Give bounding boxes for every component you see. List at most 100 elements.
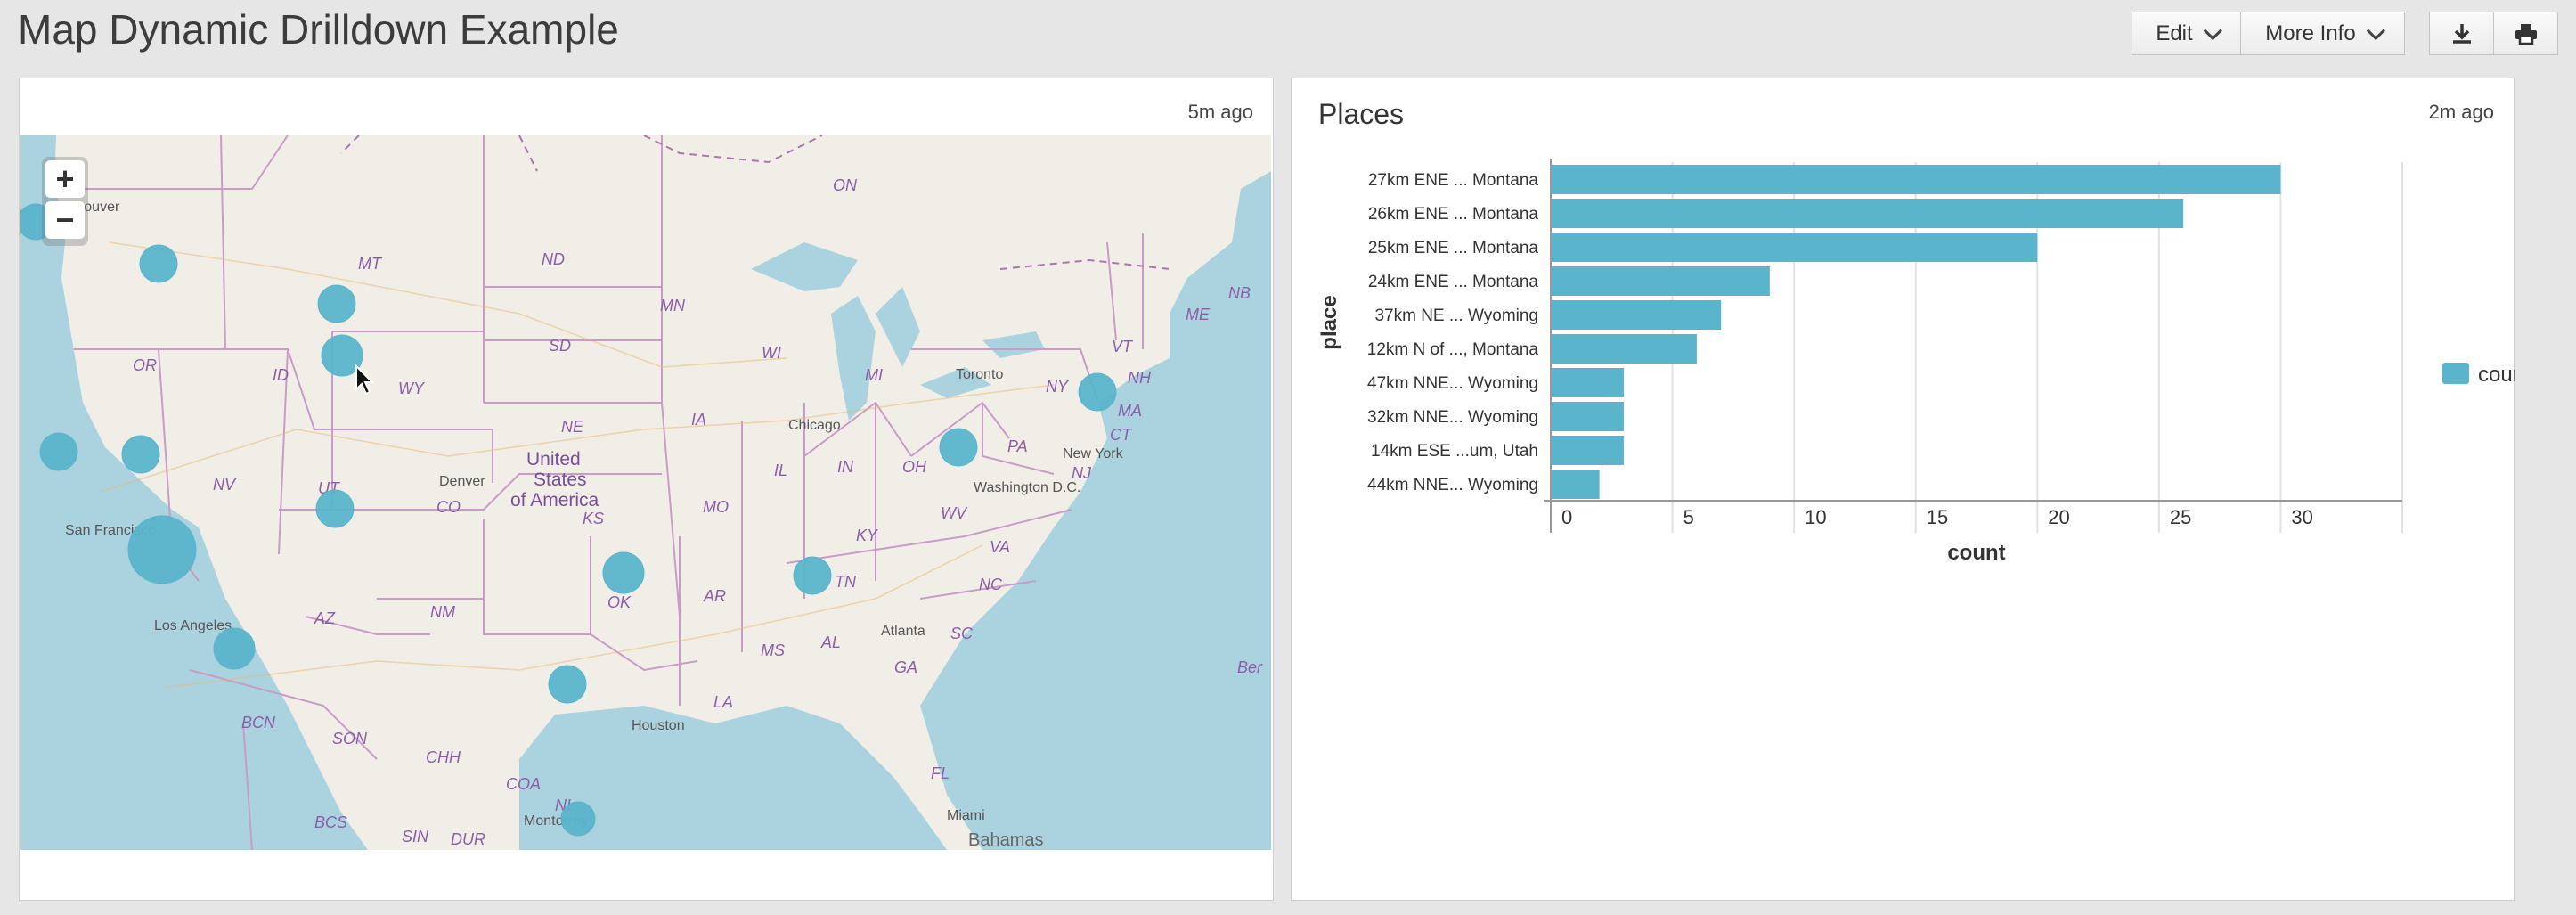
map-label: MS [761, 641, 785, 659]
download-icon [2452, 23, 2471, 44]
bar [1551, 300, 1722, 330]
zoom-out-button[interactable]: − [45, 201, 85, 239]
mouse-pointer-icon [355, 364, 375, 396]
map-city-label: Toronto [956, 367, 1003, 382]
bar [1551, 165, 2281, 194]
map-label: NH [1128, 369, 1152, 387]
chevron-down-icon [2203, 21, 2222, 41]
map-label: CO [436, 498, 461, 516]
x-tick-label: 15 [1927, 506, 1948, 528]
category-label: 32km NNE... Wyoming [1367, 408, 1538, 427]
map-label: COA [506, 775, 541, 793]
map-label: ON [833, 176, 858, 194]
map-label: IA [691, 411, 706, 429]
category-label: 26km ENE ... Montana [1368, 205, 1539, 224]
map-marker [139, 244, 178, 283]
map-label: BCS [314, 813, 347, 831]
bar [1551, 368, 1624, 397]
bar [1551, 470, 1600, 499]
map-label: NB [1228, 284, 1251, 302]
map-label: SON [332, 730, 368, 748]
print-button[interactable] [2493, 12, 2558, 55]
x-tick-label: 20 [2048, 506, 2069, 528]
map-label: VT [1112, 338, 1134, 355]
map-label: LA [713, 693, 733, 711]
more-info-button[interactable]: More Info [2240, 12, 2405, 55]
map-marker [127, 515, 197, 584]
map-label: KY [856, 527, 879, 544]
map-region-label: Bahamas [968, 830, 1044, 850]
x-tick-label: 25 [2170, 506, 2191, 528]
map-marker [1078, 372, 1117, 412]
map-city-label: Los Angeles [154, 618, 232, 633]
panel-title: Places [1318, 98, 1405, 130]
map-label: ID [273, 366, 289, 384]
category-label: 12km N of ..., Montana [1367, 340, 1539, 359]
map-tiles: ON MT ND MN WI MI SD WY ID OR NE IA NV U… [20, 135, 1271, 850]
map-label: MA [1118, 402, 1142, 420]
x-tick-label: 30 [2291, 506, 2312, 528]
export-button[interactable] [2429, 12, 2494, 55]
map-label: AZ [314, 609, 336, 627]
bar [1551, 402, 1624, 431]
map-marker [560, 801, 596, 837]
map-label: OR [133, 356, 157, 374]
map-marker [548, 665, 587, 704]
edit-label: Edit [2156, 20, 2193, 45]
map-label: SC [950, 625, 974, 642]
map-panel-timestamp: 5m ago [1187, 101, 1253, 123]
map-city-label: Denver [439, 474, 485, 489]
map-city-label: Houston [632, 718, 685, 733]
map-marker [315, 489, 355, 528]
map-country-label: States [534, 470, 587, 490]
map-label: CT [1110, 426, 1133, 444]
map-zoom-control: + − [42, 157, 88, 246]
map-label: WI [762, 344, 781, 362]
map-city-label: Miami [947, 808, 985, 823]
x-tick-label: 0 [1561, 506, 1572, 528]
map-label: WV [941, 504, 968, 522]
map-label: NC [979, 576, 1003, 593]
bar [1551, 436, 1624, 465]
map-marker [121, 435, 160, 474]
category-label: 44km NNE... Wyoming [1367, 476, 1538, 494]
map-marker [602, 551, 645, 594]
category-label: 47km NNE... Wyoming [1367, 374, 1538, 393]
map-label: OH [902, 458, 927, 476]
legend-swatch [2442, 363, 2469, 384]
legend-label: count [2478, 363, 2515, 387]
us-map[interactable]: ON MT ND MN WI MI SD WY ID OR NE IA NV U… [20, 135, 1271, 850]
map-label: AR [703, 587, 726, 605]
x-tick-label: 10 [1805, 506, 1826, 528]
map-city-label: Atlanta [881, 624, 925, 639]
map-marker [317, 284, 356, 323]
chart-panel-timestamp: 2m ago [2428, 101, 2494, 123]
map-city-label: Chicago [788, 418, 841, 433]
page-title: Map Dynamic Drilldown Example [18, 6, 619, 53]
map-label: CHH [426, 748, 461, 766]
map-label: IL [774, 462, 787, 479]
map-label: GA [894, 658, 917, 676]
y-axis-title: place [1317, 295, 1341, 349]
map-label: KS [583, 510, 604, 527]
more-info-label: More Info [2265, 20, 2356, 45]
map-label: WY [398, 380, 426, 397]
places-bar-chart[interactable]: 27km ENE ... Montana 26km ENE ... Montana… [1291, 151, 2515, 650]
bar [1551, 233, 2038, 262]
map-label: NE [561, 418, 584, 436]
zoom-in-button[interactable]: + [45, 160, 85, 198]
map-label: NM [430, 603, 455, 621]
map-marker [793, 556, 832, 595]
map-label: OK [607, 593, 632, 611]
map-label: MI [865, 366, 883, 384]
map-label: FL [931, 764, 950, 782]
map-city-label: New York [1063, 446, 1124, 462]
chevron-down-icon [2366, 21, 2385, 41]
bar [1551, 266, 1770, 296]
map-label: NY [1046, 378, 1070, 396]
map-country-label: of America [510, 490, 599, 511]
map-label: DUR [451, 830, 485, 848]
edit-button[interactable]: Edit [2132, 12, 2241, 55]
category-label: 27km ENE ... Montana [1368, 171, 1539, 190]
map-label: NJ [1072, 464, 1092, 482]
